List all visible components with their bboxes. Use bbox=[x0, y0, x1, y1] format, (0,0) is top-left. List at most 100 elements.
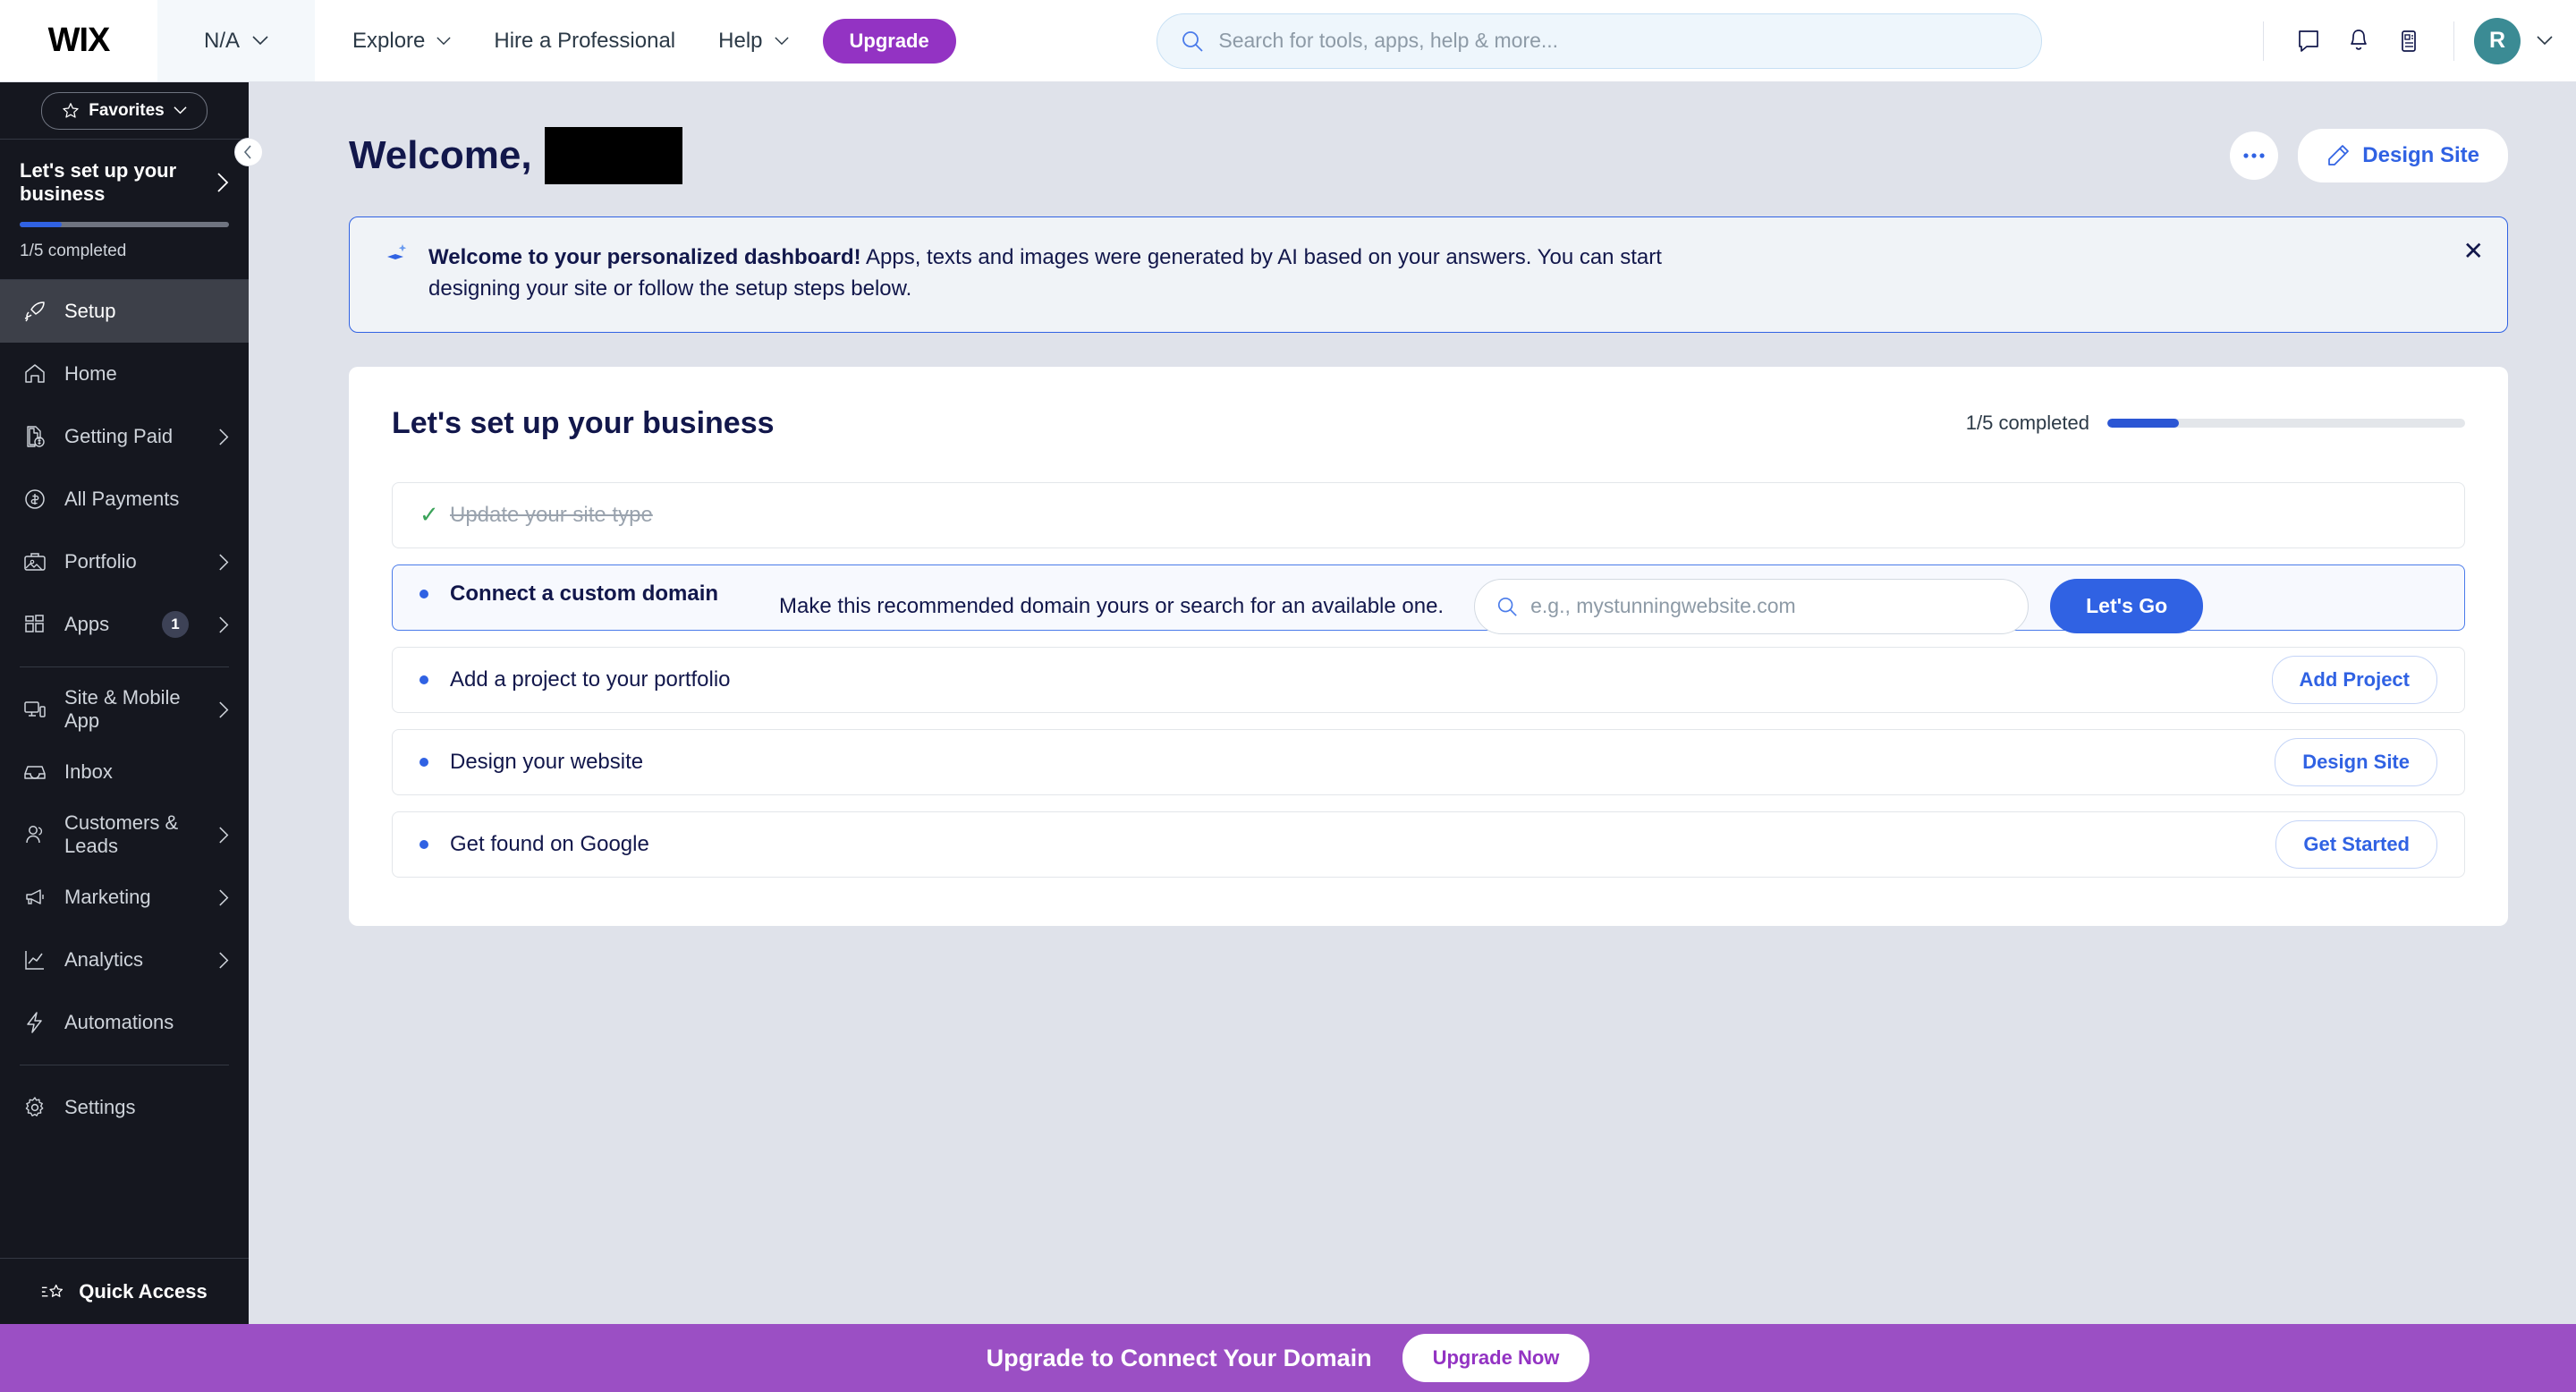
primary-nav: Explore Hire a Professional Help Upgrade bbox=[315, 0, 956, 81]
domain-search-form: Let's Go bbox=[1474, 578, 2204, 634]
upgrade-button[interactable]: Upgrade bbox=[822, 18, 956, 64]
chevron-right-icon bbox=[219, 951, 229, 969]
account-menu[interactable]: R bbox=[2474, 17, 2553, 64]
gear-icon bbox=[23, 1096, 47, 1119]
page-header-actions: Design Site bbox=[2230, 129, 2508, 182]
sidebar-divider bbox=[20, 666, 229, 667]
setup-step-add-project[interactable]: Add a project to your portfolio Add Proj… bbox=[392, 646, 2465, 713]
people-icon bbox=[23, 823, 47, 846]
sidebar-item-getting-paid[interactable]: Getting Paid bbox=[0, 405, 249, 468]
quick-access-star-icon bbox=[41, 1282, 64, 1302]
design-site-step-button[interactable]: Design Site bbox=[2275, 737, 2437, 786]
sidebar-item-analytics[interactable]: Analytics bbox=[0, 929, 249, 991]
sidebar-item-apps-label: Apps bbox=[64, 613, 110, 635]
sidebar-progress-bar bbox=[20, 222, 229, 227]
favorites-button[interactable]: Favorites bbox=[41, 91, 208, 130]
sidebar-item-setup[interactable]: Setup bbox=[0, 280, 249, 343]
chevron-down-icon bbox=[174, 106, 187, 115]
favorites-section: Favorites bbox=[0, 82, 249, 140]
setup-step-label: Update your site type bbox=[450, 502, 653, 527]
nav-item-explore[interactable]: Explore bbox=[331, 0, 472, 81]
apps-badge-count: 1 bbox=[162, 611, 189, 638]
sidebar-item-automations[interactable]: Automations bbox=[0, 991, 249, 1054]
sidebar-item-site-and-mobile-app[interactable]: Site & Mobile App bbox=[0, 678, 249, 741]
dollar-circle-icon bbox=[23, 488, 47, 511]
close-icon[interactable]: ✕ bbox=[2463, 239, 2484, 264]
bell-icon[interactable] bbox=[2334, 16, 2384, 66]
whats-new-icon[interactable] bbox=[2384, 16, 2434, 66]
sidebar-item-customers-and-leads[interactable]: Customers & Leads bbox=[0, 803, 249, 866]
sidebar-item-home[interactable]: Home bbox=[0, 343, 249, 405]
favorites-label: Favorites bbox=[89, 100, 165, 120]
welcome-prefix: Welcome, bbox=[349, 133, 532, 177]
search-input[interactable] bbox=[1218, 29, 2019, 53]
quick-access-button[interactable]: Quick Access bbox=[0, 1258, 249, 1324]
search-icon bbox=[1181, 30, 1204, 53]
page-header: Welcome, Design Site bbox=[249, 82, 2576, 184]
avatar: R bbox=[2474, 17, 2521, 64]
main-content: Welcome, Design Site Welcome to your per… bbox=[249, 82, 2576, 1324]
domain-search-box[interactable] bbox=[1474, 578, 2029, 634]
sidebar: Favorites Let's set up your business 1/5… bbox=[0, 82, 263, 1324]
setup-step-design-website[interactable]: Design your website Design Site bbox=[392, 728, 2465, 795]
setup-step-label: Design your website bbox=[450, 749, 644, 774]
setup-step-label: Connect a custom domain bbox=[450, 581, 719, 606]
quick-access-label: Quick Access bbox=[79, 1279, 208, 1303]
chevron-down-icon bbox=[774, 36, 789, 46]
nav-item-explore-label: Explore bbox=[352, 28, 426, 53]
sidebar-item-customers-and-leads-label: Customers & Leads bbox=[64, 811, 179, 857]
sidebar-progress-fill bbox=[20, 222, 62, 227]
sidebar-item-apps[interactable]: Apps 1 bbox=[0, 593, 249, 656]
chevron-down-icon bbox=[252, 36, 268, 46]
sidebar-item-site-and-mobile-app-label: Site & Mobile App bbox=[64, 686, 181, 732]
ai-banner-bold: Welcome to your personalized dashboard! bbox=[428, 245, 861, 269]
sidebar-item-inbox[interactable]: Inbox bbox=[0, 741, 249, 803]
site-selector[interactable]: N/A bbox=[157, 0, 315, 81]
sidebar-item-settings[interactable]: Settings bbox=[0, 1076, 249, 1139]
chevron-right-icon bbox=[219, 826, 229, 844]
nav-item-hire-a-professional[interactable]: Hire a Professional bbox=[472, 0, 697, 81]
upgrade-bottom-banner: Upgrade to Connect Your Domain Upgrade N… bbox=[0, 1324, 2576, 1392]
add-project-button[interactable]: Add Project bbox=[2271, 655, 2437, 704]
wix-logo-link[interactable]: WIX bbox=[0, 0, 157, 81]
sidebar-item-automations-label: Automations bbox=[64, 1011, 174, 1033]
global-search[interactable] bbox=[1157, 13, 2043, 69]
nav-item-hire-label: Hire a Professional bbox=[494, 28, 676, 53]
design-site-button[interactable]: Design Site bbox=[2298, 129, 2508, 182]
upgrade-now-button[interactable]: Upgrade Now bbox=[1402, 1334, 1590, 1382]
chat-icon[interactable] bbox=[2284, 16, 2334, 66]
design-site-label: Design Site bbox=[2362, 143, 2479, 167]
setup-step-get-found-on-google[interactable]: Get found on Google Get Started bbox=[392, 811, 2465, 878]
top-bar-icons: R bbox=[2243, 0, 2576, 81]
inbox-icon bbox=[23, 760, 47, 784]
main-scroll-area: Welcome, Design Site Welcome to your per… bbox=[249, 82, 2576, 1324]
wix-logo: WIX bbox=[47, 21, 111, 59]
setup-step-update-site-type[interactable]: ✓ Update your site type bbox=[392, 481, 2465, 548]
setup-step-label: Add a project to your portfolio bbox=[450, 666, 731, 692]
sidebar-item-portfolio-label: Portfolio bbox=[64, 550, 137, 573]
redacted-user-name bbox=[544, 127, 682, 184]
domain-search-input[interactable] bbox=[1530, 594, 2007, 619]
sidebar-item-all-payments[interactable]: All Payments bbox=[0, 468, 249, 530]
setup-card: Let's set up your business 1/5 completed… bbox=[349, 366, 2508, 926]
setup-card-progress-bar bbox=[2107, 419, 2465, 429]
setup-card-progress: 1/5 completed bbox=[1966, 412, 2465, 435]
sidebar-setup-progress[interactable]: Let's set up your business 1/5 completed bbox=[0, 140, 249, 280]
sidebar-item-portfolio[interactable]: Portfolio bbox=[0, 530, 249, 593]
sidebar-collapse-button[interactable] bbox=[234, 138, 263, 166]
pencil-icon bbox=[2326, 144, 2350, 167]
lets-go-button[interactable]: Let's Go bbox=[2050, 579, 2204, 634]
bullet-dot-icon bbox=[419, 675, 450, 684]
setup-step-description: Make this recommended domain yours or se… bbox=[779, 593, 1445, 618]
chevron-right-icon bbox=[219, 615, 229, 633]
get-started-button[interactable]: Get Started bbox=[2275, 819, 2437, 869]
devices-icon bbox=[23, 698, 47, 721]
star-icon bbox=[62, 102, 80, 120]
setup-step-header[interactable]: Connect a custom domain bbox=[419, 581, 718, 607]
more-options-button[interactable] bbox=[2230, 132, 2279, 180]
sidebar-item-marketing[interactable]: Marketing bbox=[0, 866, 249, 929]
ai-welcome-banner: Welcome to your personalized dashboard! … bbox=[349, 216, 2508, 333]
sidebar-nav: Setup Home Getting Paid All Payments Por… bbox=[0, 280, 249, 1258]
nav-item-help[interactable]: Help bbox=[697, 0, 809, 81]
setup-card-header: Let's set up your business 1/5 completed bbox=[392, 406, 2465, 441]
